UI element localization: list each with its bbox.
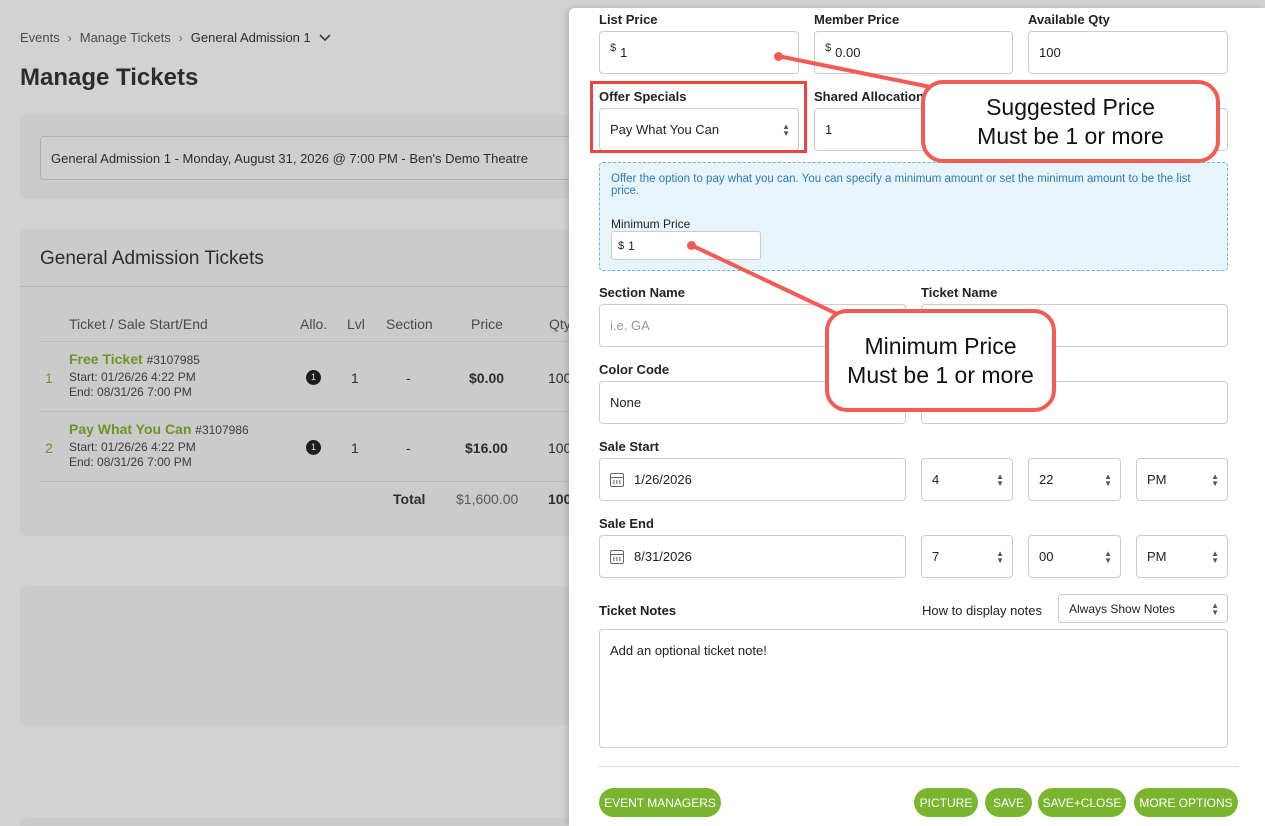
callout-line: Suggested Price [986,93,1155,120]
minimum-price-callout: Minimum Price Must be 1 or more [825,309,1056,412]
callout-line: Minimum Price [864,332,1017,359]
suggested-price-callout: Suggested Price Must be 1 or more [921,80,1220,163]
pointer-dot [687,241,696,250]
pointer-dot [774,52,783,61]
callout-line: Must be 1 or more [847,361,1034,388]
suggested-pointer-line [777,54,946,92]
minimum-pointer-line [690,243,851,322]
callout-line: Must be 1 or more [977,122,1164,149]
